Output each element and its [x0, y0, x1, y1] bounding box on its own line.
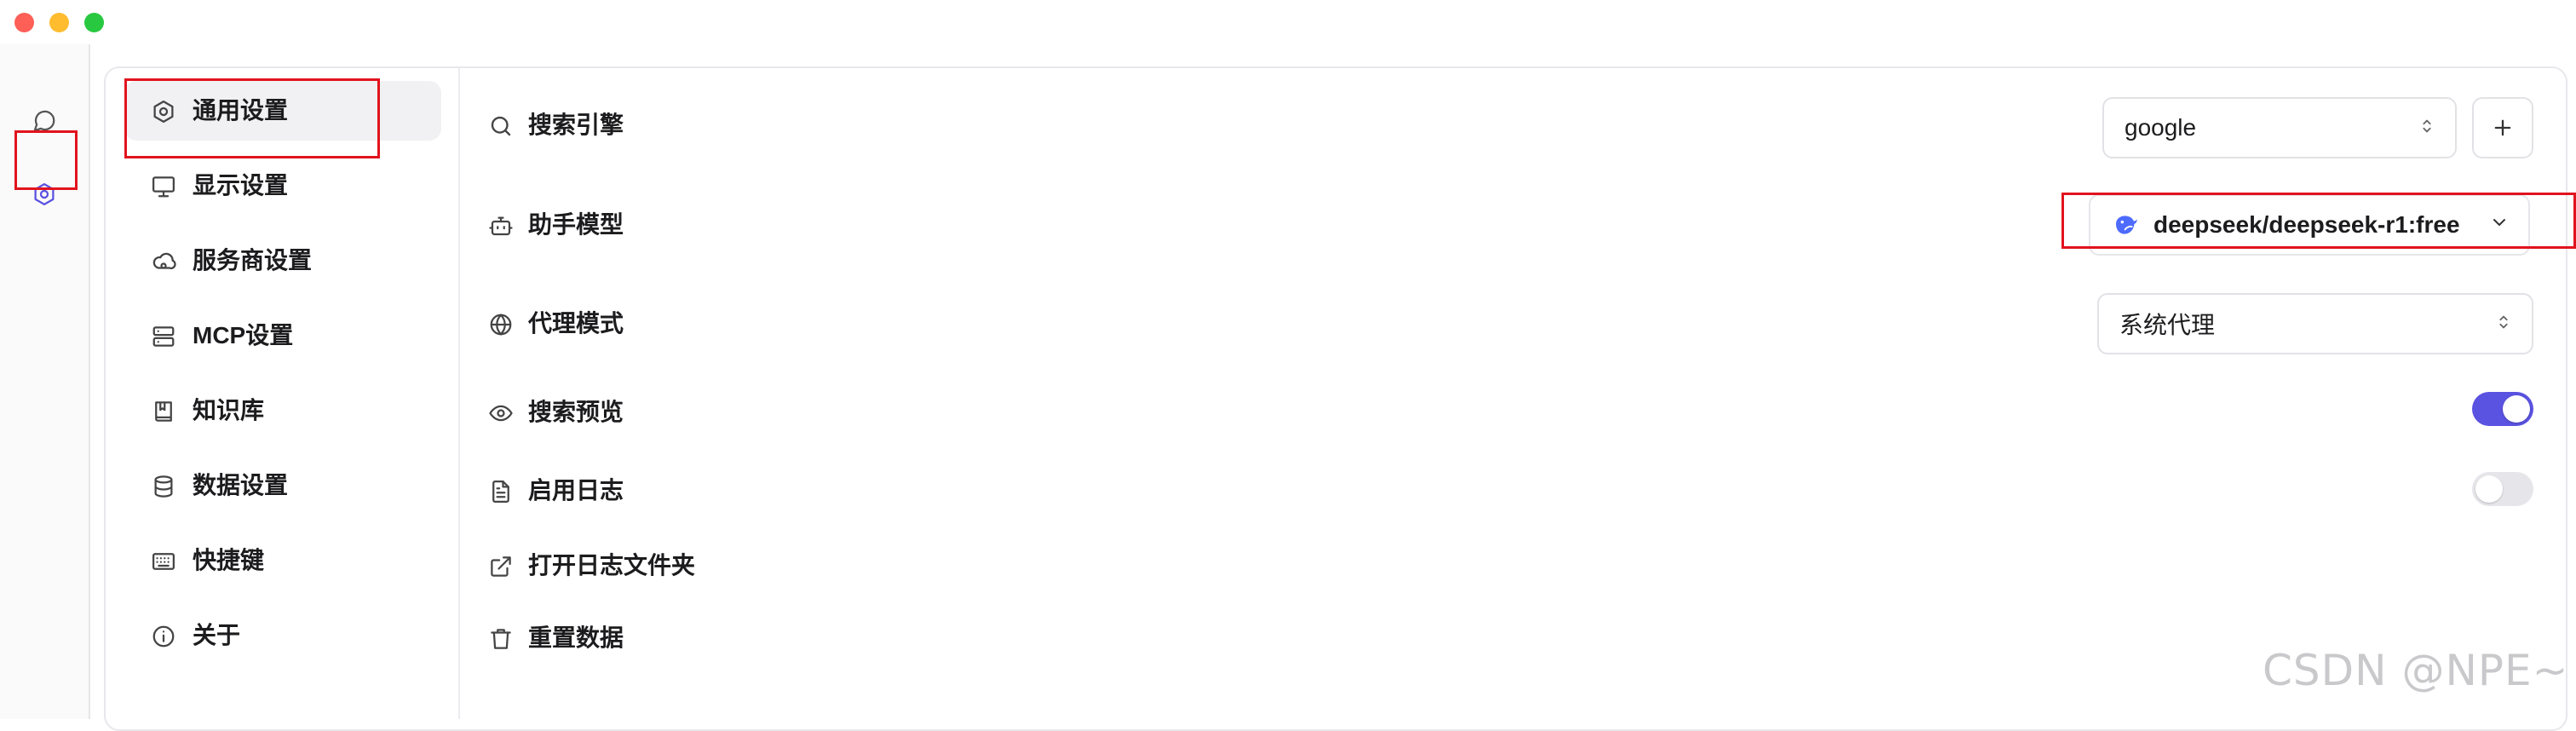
toggle-knob	[2475, 475, 2503, 503]
nav-item-knowledge-base[interactable]: 知识库	[124, 381, 441, 440]
nav-item-label: 显示设置	[193, 172, 289, 199]
nav-item-label: MCP设置	[193, 322, 294, 348]
nav-item-display[interactable]: 显示设置	[124, 156, 441, 216]
external-link-icon	[487, 553, 515, 580]
search-engine-select[interactable]: google	[2102, 97, 2457, 158]
nav-item-label: 服务商设置	[193, 247, 313, 273]
chevron-up-down-icon	[2418, 114, 2436, 141]
plus-icon	[2494, 119, 2511, 136]
window-zoom-button[interactable]	[84, 13, 104, 32]
enable-logging-toggle[interactable]	[2472, 472, 2533, 506]
book-icon	[150, 398, 177, 425]
nav-item-label: 快捷键	[193, 547, 265, 573]
search-icon	[487, 112, 515, 140]
setting-row-search-preview: 搜索预览	[486, 383, 2547, 442]
info-icon	[150, 623, 177, 650]
select-value: 系统代理	[2119, 312, 2216, 338]
setting-label: 重置数据	[528, 625, 624, 651]
nav-item-about[interactable]: 关于	[124, 606, 441, 665]
monitor-icon	[150, 173, 177, 200]
nav-item-label: 知识库	[193, 397, 265, 423]
cloud-icon	[150, 248, 177, 275]
setting-row-enable-logging: 启用日志	[486, 461, 2547, 521]
chevron-up-down-icon	[2494, 310, 2513, 337]
select-value: google	[2125, 114, 2197, 141]
eye-icon	[487, 400, 515, 427]
add-search-engine-button[interactable]	[2472, 97, 2533, 158]
nav-item-label: 数据设置	[193, 472, 289, 498]
nav-item-label: 关于	[193, 622, 241, 648]
trash-icon	[487, 625, 515, 653]
toggle-knob	[2503, 395, 2530, 423]
nav-item-data[interactable]: 数据设置	[124, 456, 441, 515]
search-preview-toggle[interactable]	[2472, 392, 2533, 426]
setting-row-reset-data[interactable]: 重置数据	[486, 608, 2547, 668]
nav-item-shortcuts[interactable]: 快捷键	[124, 531, 441, 590]
setting-label: 搜索引擎	[528, 112, 624, 138]
nav-item-providers[interactable]: 服务商设置	[124, 231, 441, 291]
database-icon	[150, 473, 177, 500]
globe-icon	[487, 311, 515, 338]
setting-row-open-log-folder[interactable]: 打开日志文件夹	[486, 536, 2547, 596]
setting-label: 代理模式	[528, 310, 624, 337]
highlight-box-nav-general	[124, 78, 380, 158]
setting-label: 搜索预览	[528, 399, 624, 425]
window-close-button[interactable]	[14, 13, 34, 32]
settings-nav: 通用设置 显示设置 服务商设置 MCP设置 知识库 数据设置 快捷键 关于	[106, 68, 460, 719]
setting-label: 助手模型	[528, 211, 624, 238]
watermark: CSDN @NPE~	[2263, 646, 2569, 695]
nav-item-mcp[interactable]: MCP设置	[124, 306, 441, 366]
proxy-mode-select[interactable]: 系统代理	[2097, 293, 2533, 354]
setting-label: 启用日志	[528, 477, 624, 504]
file-text-icon	[487, 478, 515, 505]
setting-label: 打开日志文件夹	[528, 552, 696, 578]
keyboard-icon	[150, 548, 177, 575]
title-bar	[0, 0, 2576, 44]
bot-icon	[487, 212, 515, 239]
highlight-box-rail-settings	[14, 130, 78, 190]
highlight-box-model-select	[2061, 193, 2576, 249]
window-minimize-button[interactable]	[49, 13, 69, 32]
server-icon	[150, 323, 177, 350]
